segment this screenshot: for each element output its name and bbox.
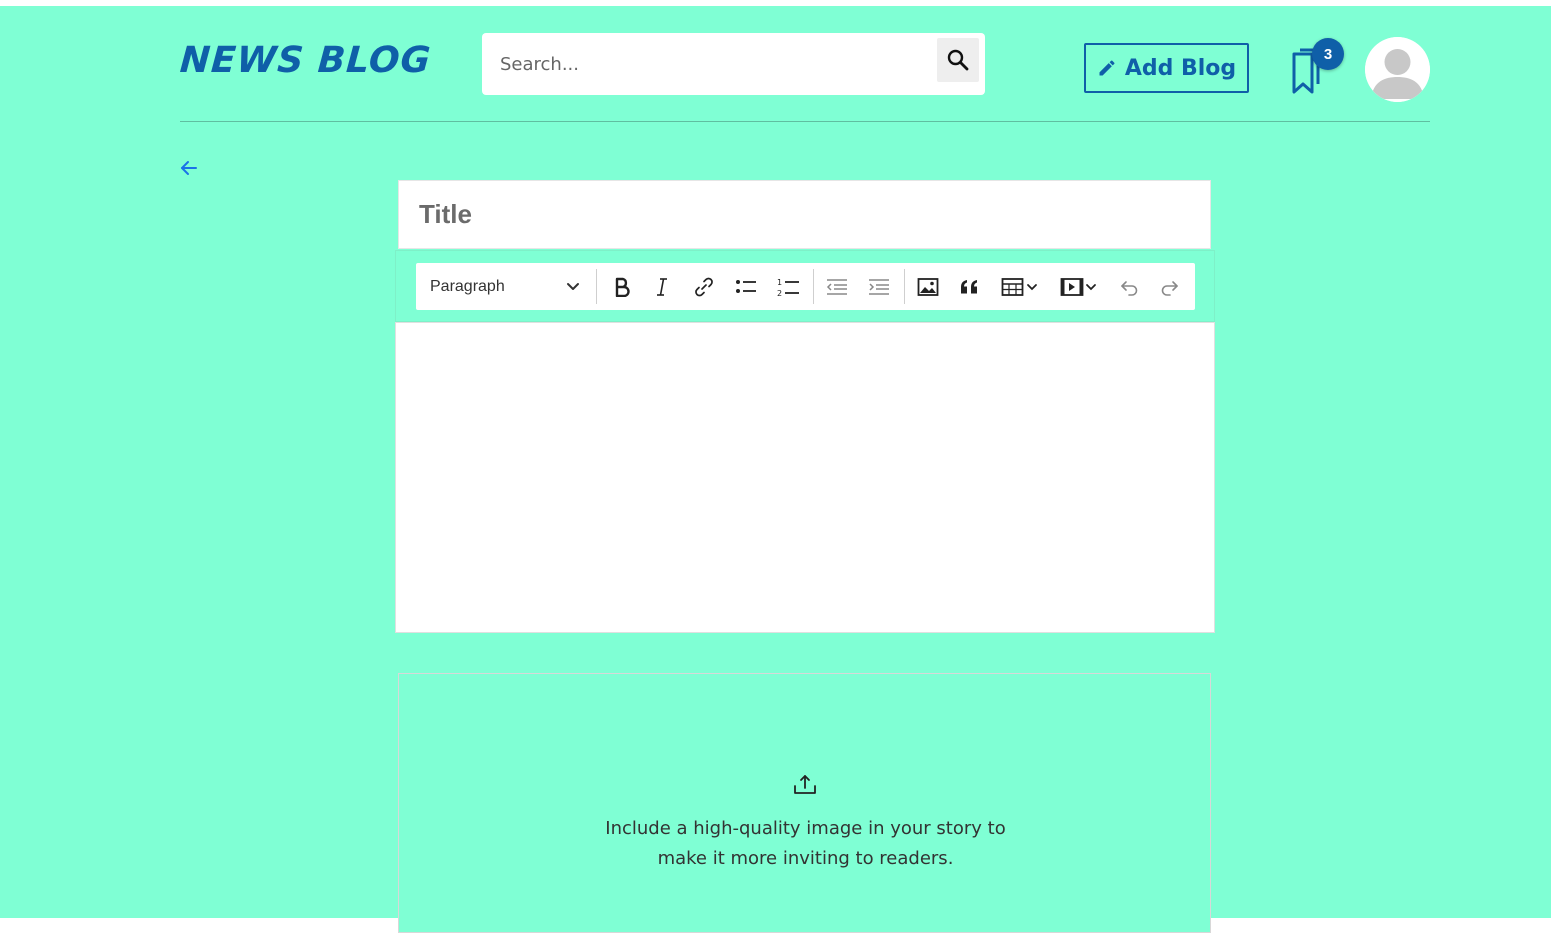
redo-button[interactable] xyxy=(1154,271,1186,303)
outdent-icon xyxy=(826,279,847,295)
svg-text:1: 1 xyxy=(777,278,782,287)
upload-icon xyxy=(794,775,816,794)
insert-media-button[interactable] xyxy=(1054,271,1104,303)
add-blog-button[interactable]: Add Blog xyxy=(1084,43,1249,93)
pencil-icon xyxy=(1099,60,1115,76)
bold-icon xyxy=(615,277,630,297)
block-quote-button[interactable] xyxy=(954,271,986,303)
upload-instructions-line: Include a high-quality image in your sto… xyxy=(605,818,1006,839)
indent-button[interactable] xyxy=(863,271,895,303)
chevron-down-icon xyxy=(1027,284,1037,291)
page: NEWS BLOG Add Blog 3 xyxy=(0,6,1551,933)
search-input[interactable] xyxy=(482,33,922,95)
search-icon xyxy=(947,49,969,71)
bold-button[interactable] xyxy=(606,271,638,303)
table-icon xyxy=(1001,278,1024,296)
indent-icon xyxy=(869,279,889,295)
italic-button[interactable] xyxy=(646,271,678,303)
outdent-button[interactable] xyxy=(821,271,853,303)
numbered-list-button[interactable]: 1 2 xyxy=(772,271,804,303)
insert-image-button[interactable] xyxy=(912,271,944,303)
bulleted-list-button[interactable] xyxy=(730,271,762,303)
toolbar-separator xyxy=(813,269,814,304)
upload-instructions-line: make it more inviting to readers. xyxy=(657,848,954,869)
heading-dropdown[interactable]: Paragraph xyxy=(430,263,590,310)
quote-icon xyxy=(961,280,977,294)
add-blog-label: Add Blog xyxy=(1124,55,1237,81)
site-logo[interactable]: NEWS BLOG xyxy=(179,40,433,81)
toolbar-separator xyxy=(596,269,597,304)
italic-icon xyxy=(657,278,667,296)
upload-instructions: Include a high-quality image in your sto… xyxy=(399,814,1212,874)
media-icon xyxy=(1060,278,1084,296)
heading-dropdown-value: Paragraph xyxy=(430,277,505,295)
undo-button[interactable] xyxy=(1113,271,1145,303)
search-button[interactable] xyxy=(937,38,979,82)
editor-toolbar-container: Paragraph 1 2 xyxy=(395,250,1215,322)
user-avatar[interactable] xyxy=(1365,37,1430,102)
insert-table-button[interactable] xyxy=(996,271,1044,303)
bulleted-list-icon xyxy=(736,280,756,293)
link-button[interactable] xyxy=(688,271,720,303)
undo-icon xyxy=(1121,281,1138,296)
chevron-down-icon xyxy=(1086,284,1096,291)
link-icon xyxy=(695,277,713,297)
bookmark-count-badge: 3 xyxy=(1312,38,1344,70)
toolbar-separator xyxy=(904,269,905,304)
redo-icon xyxy=(1161,281,1178,296)
arrow-left-icon xyxy=(181,161,197,175)
search-box xyxy=(482,33,985,95)
header-divider xyxy=(180,121,1430,122)
editor-toolbar: Paragraph 1 2 xyxy=(416,263,1195,310)
title-input[interactable] xyxy=(399,181,1210,248)
numbered-list-icon: 1 2 xyxy=(777,278,799,298)
avatar-icon xyxy=(1365,37,1430,102)
back-button[interactable] xyxy=(178,156,200,180)
editor-content-area[interactable] xyxy=(395,322,1215,633)
chevron-down-icon xyxy=(567,283,579,290)
image-icon xyxy=(917,278,939,296)
title-field-container xyxy=(398,180,1211,249)
svg-text:2: 2 xyxy=(777,289,782,298)
image-upload-dropzone[interactable]: Include a high-quality image in your sto… xyxy=(398,673,1211,933)
